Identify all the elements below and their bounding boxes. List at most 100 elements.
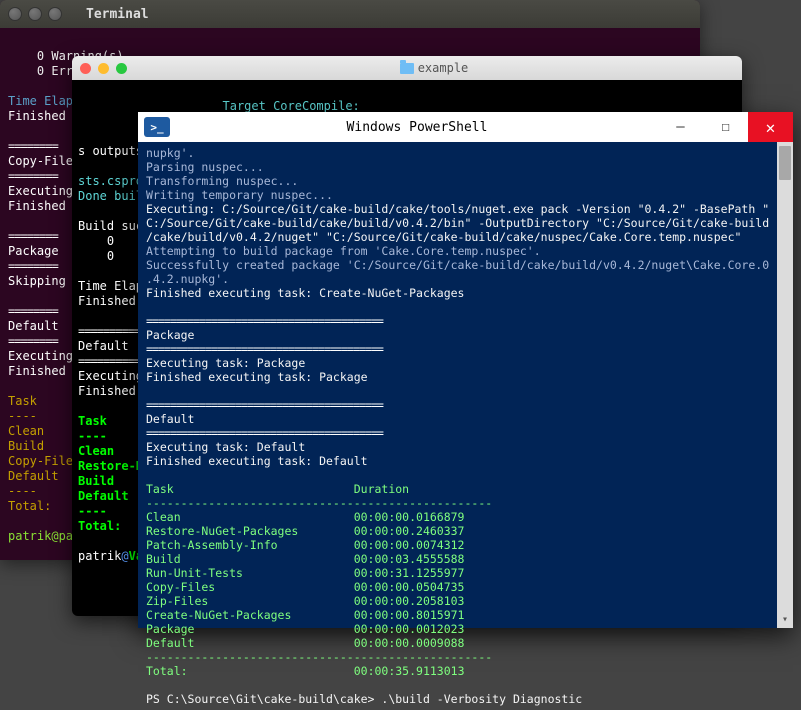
executing-label: Executing (8, 349, 73, 363)
output-line: Successfully created package 'C:/Source/… (146, 258, 769, 272)
prompt: patrik@pa (8, 529, 73, 543)
task-row: Run-Unit-Tests 00:00:31.1255977 (146, 566, 465, 580)
separator: ======== (8, 229, 58, 243)
mac-window-title: example (134, 61, 734, 75)
build-zero: 0 (107, 234, 114, 248)
ubuntu-titlebar[interactable]: Terminal (0, 0, 700, 28)
task-table: Clean 00:00:00.0166879 Restore-NuGet-Pac… (146, 510, 465, 650)
table-hdr-dur: Duration (354, 482, 409, 496)
close-icon[interactable] (80, 63, 91, 74)
time-elapsed-label: Time Elap (8, 94, 73, 108)
total-label: Total: (146, 664, 188, 678)
finished-label: Finished (8, 109, 66, 123)
prompt-prefix: PS C:\Source\Git\cake-build\cake> (146, 692, 381, 706)
output-line: Writing temporary nuspec... (146, 188, 333, 202)
output-line: Transforming nuspec... (146, 174, 298, 188)
task-row: Patch-Assembly-Info 00:00:00.0074312 (146, 538, 465, 552)
scroll-down-icon[interactable]: ▾ (777, 612, 793, 628)
powershell-titlebar[interactable]: >_ Windows PowerShell — ☐ ✕ (138, 112, 793, 142)
task-row: Package 00:00:00.0012023 (146, 622, 465, 636)
dash-line: ----------------------------------------… (146, 496, 492, 510)
separator: =========== (78, 324, 146, 338)
output-line: Attempting to build package from 'Cake.C… (146, 244, 541, 258)
total-label: Total: (8, 499, 51, 513)
folder-icon (400, 63, 414, 74)
maximize-button[interactable]: ☐ (703, 112, 748, 142)
task-row: Clean 00:00:00.0166879 (146, 510, 465, 524)
prompt-user: patrik (78, 549, 121, 563)
scrollbar-thumb[interactable] (779, 146, 791, 180)
task-row: Zip-Files 00:00:00.2058103 (146, 594, 465, 608)
total-label: Total: (78, 519, 121, 533)
executing: Executing (78, 369, 143, 383)
minimize-button[interactable]: — (658, 112, 703, 142)
maximize-icon[interactable] (116, 63, 127, 74)
task-sep: ---- (78, 429, 107, 443)
powershell-window: >_ Windows PowerShell — ☐ ✕ nupkg'. Pars… (138, 112, 793, 628)
powershell-icon: >_ (144, 117, 170, 137)
executing-label: Executing (8, 184, 73, 198)
target-corecompile: Target CoreCompile: (223, 99, 360, 113)
minimize-icon[interactable] (28, 7, 42, 21)
minimize-icon[interactable] (98, 63, 109, 74)
separator: ======== (8, 139, 58, 153)
output-line: Executing: C:/Source/Git/cake-build/cake… (146, 202, 769, 216)
default-label: Default (78, 339, 129, 353)
finish-create: Finished executing task: Create-NuGet-Pa… (146, 286, 465, 300)
powershell-title: Windows PowerShell (176, 120, 658, 135)
output-line: nupkg'. (146, 146, 194, 160)
package-label: Package (146, 328, 194, 342)
separator: ======================================== (146, 342, 383, 356)
task-item: Copy-File (8, 454, 73, 468)
mac-title-text: example (418, 61, 469, 75)
separator: ======== (8, 334, 58, 348)
exec-package: Executing task: Package (146, 356, 305, 370)
task-item: Build (78, 474, 114, 488)
table-hdr-task: Task (146, 482, 174, 496)
prompt-command[interactable]: .\build -Verbosity Diagnostic (381, 692, 582, 706)
fin-default: Finished executing task: Default (146, 454, 368, 468)
separator: =========== (78, 354, 146, 368)
powershell-body[interactable]: nupkg'. Parsing nuspec... Transforming n… (138, 142, 793, 710)
task-item: Build (8, 439, 44, 453)
task-row: Build 00:00:03.4555588 (146, 552, 465, 566)
default-label: Default (8, 319, 59, 333)
exec-default: Executing task: Default (146, 440, 305, 454)
close-button[interactable]: ✕ (748, 112, 793, 142)
finished-label: Finished (8, 199, 66, 213)
default-label: Default (146, 412, 194, 426)
separator: ======== (8, 259, 58, 273)
maximize-icon[interactable] (48, 7, 62, 21)
copy-files-label: Copy-File (8, 154, 73, 168)
output-line: C:/Source/Git/cake-build/cake/build/v0.4… (146, 216, 769, 230)
task-row: Default 00:00:00.0009088 (146, 636, 465, 650)
skipping-label: Skipping (8, 274, 66, 288)
task-item: Clean (78, 444, 114, 458)
package-label: Package (8, 244, 59, 258)
output-line: /cake/build/v0.4.2/nuget" "C:/Source/Git… (146, 230, 741, 244)
task-sep: ---- (78, 504, 107, 518)
task-header: Task (8, 394, 37, 408)
window-controls: — ☐ ✕ (658, 112, 793, 142)
separator: ======================================== (146, 398, 383, 412)
finished-label: Finished (8, 364, 66, 378)
separator: ======== (8, 304, 58, 318)
mac-titlebar[interactable]: example (72, 56, 742, 80)
task-sep: ---- (8, 484, 37, 498)
s-outputs: s outputs (78, 144, 143, 158)
prompt-at: @ (121, 549, 128, 563)
output-line: Parsing nuspec... (146, 160, 264, 174)
task-row: Restore-NuGet-Packages 00:00:00.2460337 (146, 524, 465, 538)
task-item: Default (8, 469, 59, 483)
separator: ======================================== (146, 426, 383, 440)
close-icon[interactable] (8, 7, 22, 21)
task-row: Copy-Files 00:00:00.0504735 (146, 580, 465, 594)
output-line: .4.2.nupkg'. (146, 272, 229, 286)
total-duration: 00:00:35.9113013 (354, 664, 465, 678)
task-item: Default (78, 489, 129, 503)
scrollbar[interactable]: ▴ ▾ (777, 142, 793, 628)
fin-package: Finished executing task: Package (146, 370, 368, 384)
dash-line: ----------------------------------------… (146, 650, 492, 664)
separator: ======== (8, 169, 58, 183)
separator: ======================================== (146, 314, 383, 328)
